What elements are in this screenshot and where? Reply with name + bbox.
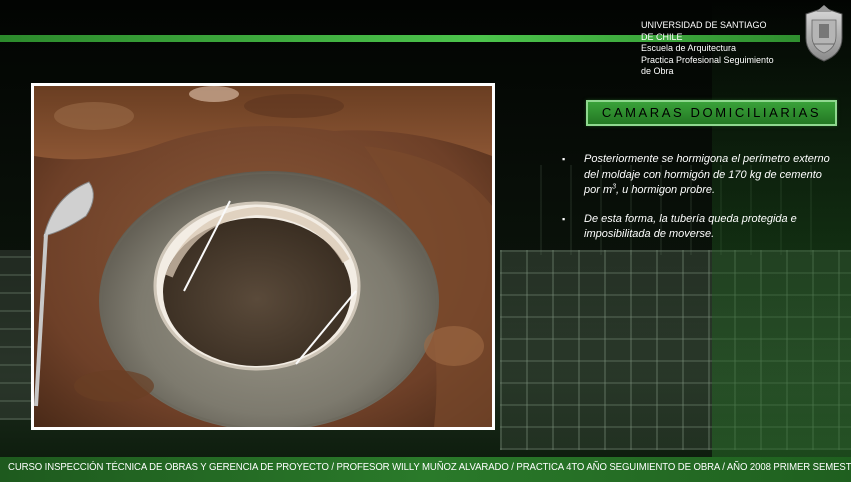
excavation-illustration [34, 86, 492, 427]
institution-line: de Obra [641, 66, 674, 76]
bullet-item: ▪ Posteriormente se hormigona el perímet… [560, 152, 832, 199]
bullet-text: De esta forma, la tubería queda protegid… [584, 212, 797, 241]
excavation-photo [34, 86, 492, 427]
institution-line: Practica Profesional Seguimiento [641, 54, 774, 65]
bullet-marker: ▪ [562, 213, 566, 224]
institution-line: DE CHILE [641, 31, 683, 42]
institution-line: Escuela de Arquitectura [641, 43, 737, 53]
institution-block: UNIVERSIDAD DE SANTIAGO DE CHILE Escuela… [641, 20, 801, 78]
slide-title: CAMARAS DOMICILIARIAS [586, 100, 837, 126]
institution-line: UNIVERSIDAD DE SANTIAGO [641, 20, 767, 30]
photo-frame [31, 83, 495, 430]
slide: UNIVERSIDAD DE SANTIAGO DE CHILE Escuela… [0, 0, 851, 482]
bullet-item: ▪ De esta forma, la tubería queda proteg… [560, 212, 832, 243]
bullet-marker: ▪ [562, 154, 566, 164]
bullet-list: ▪ Posteriormente se hormigona el perímet… [560, 152, 832, 256]
bullet-text-end: , u hormigon probre. [616, 184, 716, 196]
university-crest-icon [805, 5, 843, 62]
footer-text: CURSO INSPECCIÓN TÉCNICA DE OBRAS Y GERE… [8, 462, 851, 473]
